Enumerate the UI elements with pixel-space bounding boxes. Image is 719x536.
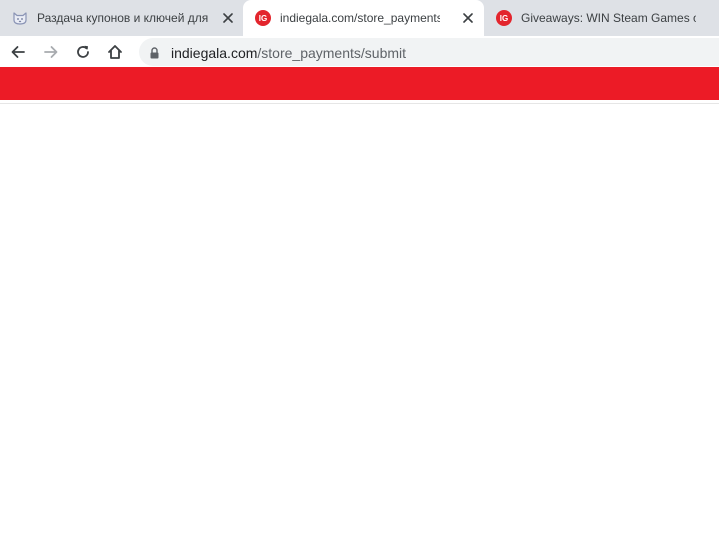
site-header-banner [0,67,719,100]
url-text[interactable]: indiegala.com/store_payments/submit [171,45,406,61]
indiegala-icon: IG [496,10,512,26]
indiegala-icon: IG [255,10,271,26]
browser-window: Раздача купонов и ключей для IG indiegal… [0,0,719,536]
tab-coupons[interactable]: Раздача купонов и ключей для [0,0,243,36]
url-host: indiegala.com [171,45,258,61]
favicon-text: IG [259,14,267,23]
favicon-text: IG [500,14,508,23]
close-tab-icon[interactable] [221,11,235,25]
tab-giveaways[interactable]: IG Giveaways: WIN Steam Games on [484,0,719,36]
home-icon[interactable] [104,41,126,63]
url-path: /store_payments/submit [257,45,407,61]
tab-title: Раздача купонов и ключей для [37,11,209,25]
cat-face-icon [12,10,28,26]
address-bar[interactable]: indiegala.com/store_payments/submit [139,38,719,66]
reload-icon[interactable] [72,41,94,63]
back-arrow-icon[interactable] [7,41,29,63]
close-tab-icon[interactable] [461,11,475,25]
page-content [0,104,719,536]
forward-arrow-icon[interactable] [40,41,62,63]
tab-strip: Раздача купонов и ключей для IG indiegal… [0,0,719,36]
lock-icon[interactable] [149,46,160,59]
toolbar: indiegala.com/store_payments/submit [0,36,719,68]
tab-title: indiegala.com/store_payments/su [280,11,440,25]
tab-store-payments[interactable]: IG indiegala.com/store_payments/su [243,0,484,36]
tab-title: Giveaways: WIN Steam Games on [521,11,696,25]
